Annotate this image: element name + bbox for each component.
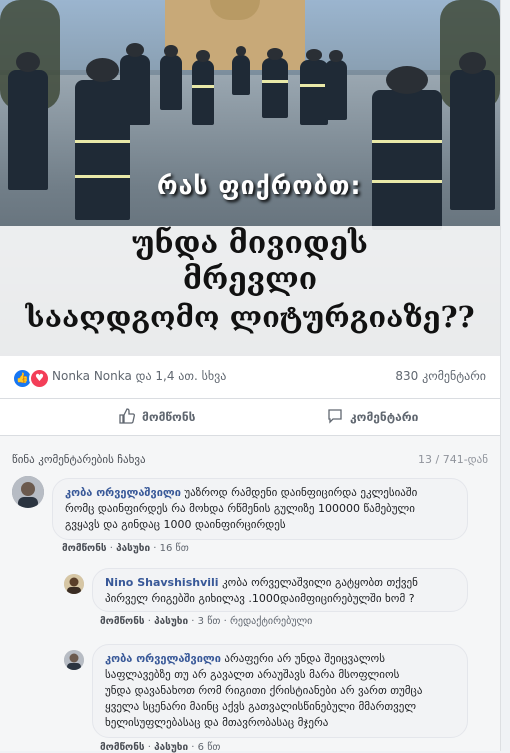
comment-author[interactable]: Nino Shavshishvili	[105, 576, 219, 589]
action-bar: მომწონს კომენტარი	[0, 399, 500, 436]
comments-section: წინა კომენტარების ჩახვა 13 / 741-დან კობ…	[0, 436, 500, 753]
image-caption-line-1: უნდა მივიდეს	[132, 226, 368, 261]
reactions-bar: 👍 ♥ Nonka Nonka და 1,4 ათ. სხვა 830 კომე…	[0, 356, 500, 399]
facebook-post: რას ფიქრობთ: უნდა მივიდეს მრევლი სააღდგო…	[0, 0, 501, 753]
comment-meta: მომწონს · პასუხი · 3 წთ · რედაქტირებული	[100, 616, 313, 627]
speech-bubble-icon	[327, 408, 343, 427]
comment-text-line: უნდა დავანახოთ რომ რიგითი ქრისტიანები არ…	[105, 684, 423, 697]
comment-like-link[interactable]: მომწონს	[62, 543, 107, 554]
avatar[interactable]	[64, 650, 84, 670]
reactions-names[interactable]: Nonka Nonka და 1,4 ათ. სხვა	[52, 369, 226, 383]
comment-text-line: პირველ რიგებში გიხილავ .1000დაიმფიცირებუ…	[105, 592, 415, 605]
comment-time[interactable]: 16 წთ	[160, 543, 189, 554]
comment-time[interactable]: 3 წთ	[198, 616, 221, 627]
like-button-label: მომწონს	[142, 410, 196, 424]
comment-text-line: რომც დაინფირდეს რა მოხდა რწმენის გულიზე …	[65, 502, 415, 515]
love-reaction-icon[interactable]: ♥	[29, 368, 50, 389]
comment-button[interactable]: კომენტარი	[327, 399, 418, 435]
image-person	[262, 48, 288, 118]
comment-text-line: კობა ორველაშვილი გატყობთ თქვენ	[222, 576, 418, 589]
image-person	[120, 43, 150, 125]
image-person	[372, 66, 442, 230]
comment-reply-link[interactable]: პასუხი	[116, 543, 150, 554]
edited-label[interactable]: რედაქტირებული	[230, 616, 312, 627]
comment-reply-link[interactable]: პასუხი	[154, 742, 188, 753]
comments-counter: 13 / 741-დან	[418, 453, 488, 466]
comment-time[interactable]: 6 წთ	[198, 742, 221, 753]
image-caption-line-3: სააღდგომო ლიტურგიაზე??	[25, 300, 475, 334]
comment-text-line: ყველა სცენარი მაინც აქვს გათვალისწინებულ…	[105, 700, 417, 713]
comment-count-link[interactable]: 830 კომენტარი	[395, 369, 486, 383]
comment-text-line: არაფერი არ უნდა შეიცვალოს	[224, 652, 385, 665]
comment-meta: მომწონს · პასუხი · 6 წთ	[100, 742, 221, 753]
comment-like-link[interactable]: მომწონს	[100, 616, 145, 627]
comment-bubble: კობა ორველაშვილი არაფერი არ უნდა შეიცვალ…	[92, 644, 468, 738]
avatar[interactable]	[12, 476, 44, 508]
image-person	[8, 52, 48, 190]
image-person	[300, 49, 328, 125]
image-caption-question: რას ფიქრობთ:	[157, 171, 362, 200]
comment-bubble: Nino Shavshishvili კობა ორველაშვილი გატყ…	[92, 568, 468, 612]
comment-button-label: კომენტარი	[350, 410, 419, 424]
comment-text-line: უაზროდ რამდენი დაინფიცირდა ეკლესიაში	[184, 486, 418, 499]
comment-reply-link[interactable]: პასუხი	[154, 616, 188, 627]
avatar[interactable]	[64, 574, 84, 594]
post-image[interactable]: რას ფიქრობთ: უნდა მივიდეს მრევლი სააღდგო…	[0, 0, 500, 356]
comment-author[interactable]: კობა ორველაშვილი	[65, 486, 181, 499]
image-person	[192, 50, 214, 125]
comment-like-link[interactable]: მომწონს	[100, 742, 145, 753]
image-person	[325, 50, 347, 120]
comment-text-line: გვყავს და გინდაც 1000 დაინფირცირდეს	[65, 518, 286, 531]
page-gutter	[501, 0, 510, 751]
image-person	[160, 45, 182, 110]
comment-meta: მომწონს · პასუხი · 16 წთ	[62, 543, 189, 554]
image-caption-line-2: მრევლი	[182, 262, 318, 297]
thumbs-up-icon	[119, 407, 135, 427]
comment-text-line: საფლავებზე თუ არ გავალთ არაუშავს მარა მს…	[105, 668, 400, 681]
comment-bubble: კობა ორველაშვილი უაზროდ რამდენი დაინფიცი…	[52, 478, 468, 540]
image-person	[232, 46, 250, 95]
previous-comments-link[interactable]: წინა კომენტარების ჩახვა	[12, 453, 146, 466]
image-person	[450, 52, 495, 210]
like-button[interactable]: მომწონს	[119, 399, 195, 435]
comment-text-line: ხელისუფლებასაც და მთავრობასაც მჯერა	[105, 716, 329, 729]
comment-author[interactable]: კობა ორველაშვილი	[105, 652, 221, 665]
